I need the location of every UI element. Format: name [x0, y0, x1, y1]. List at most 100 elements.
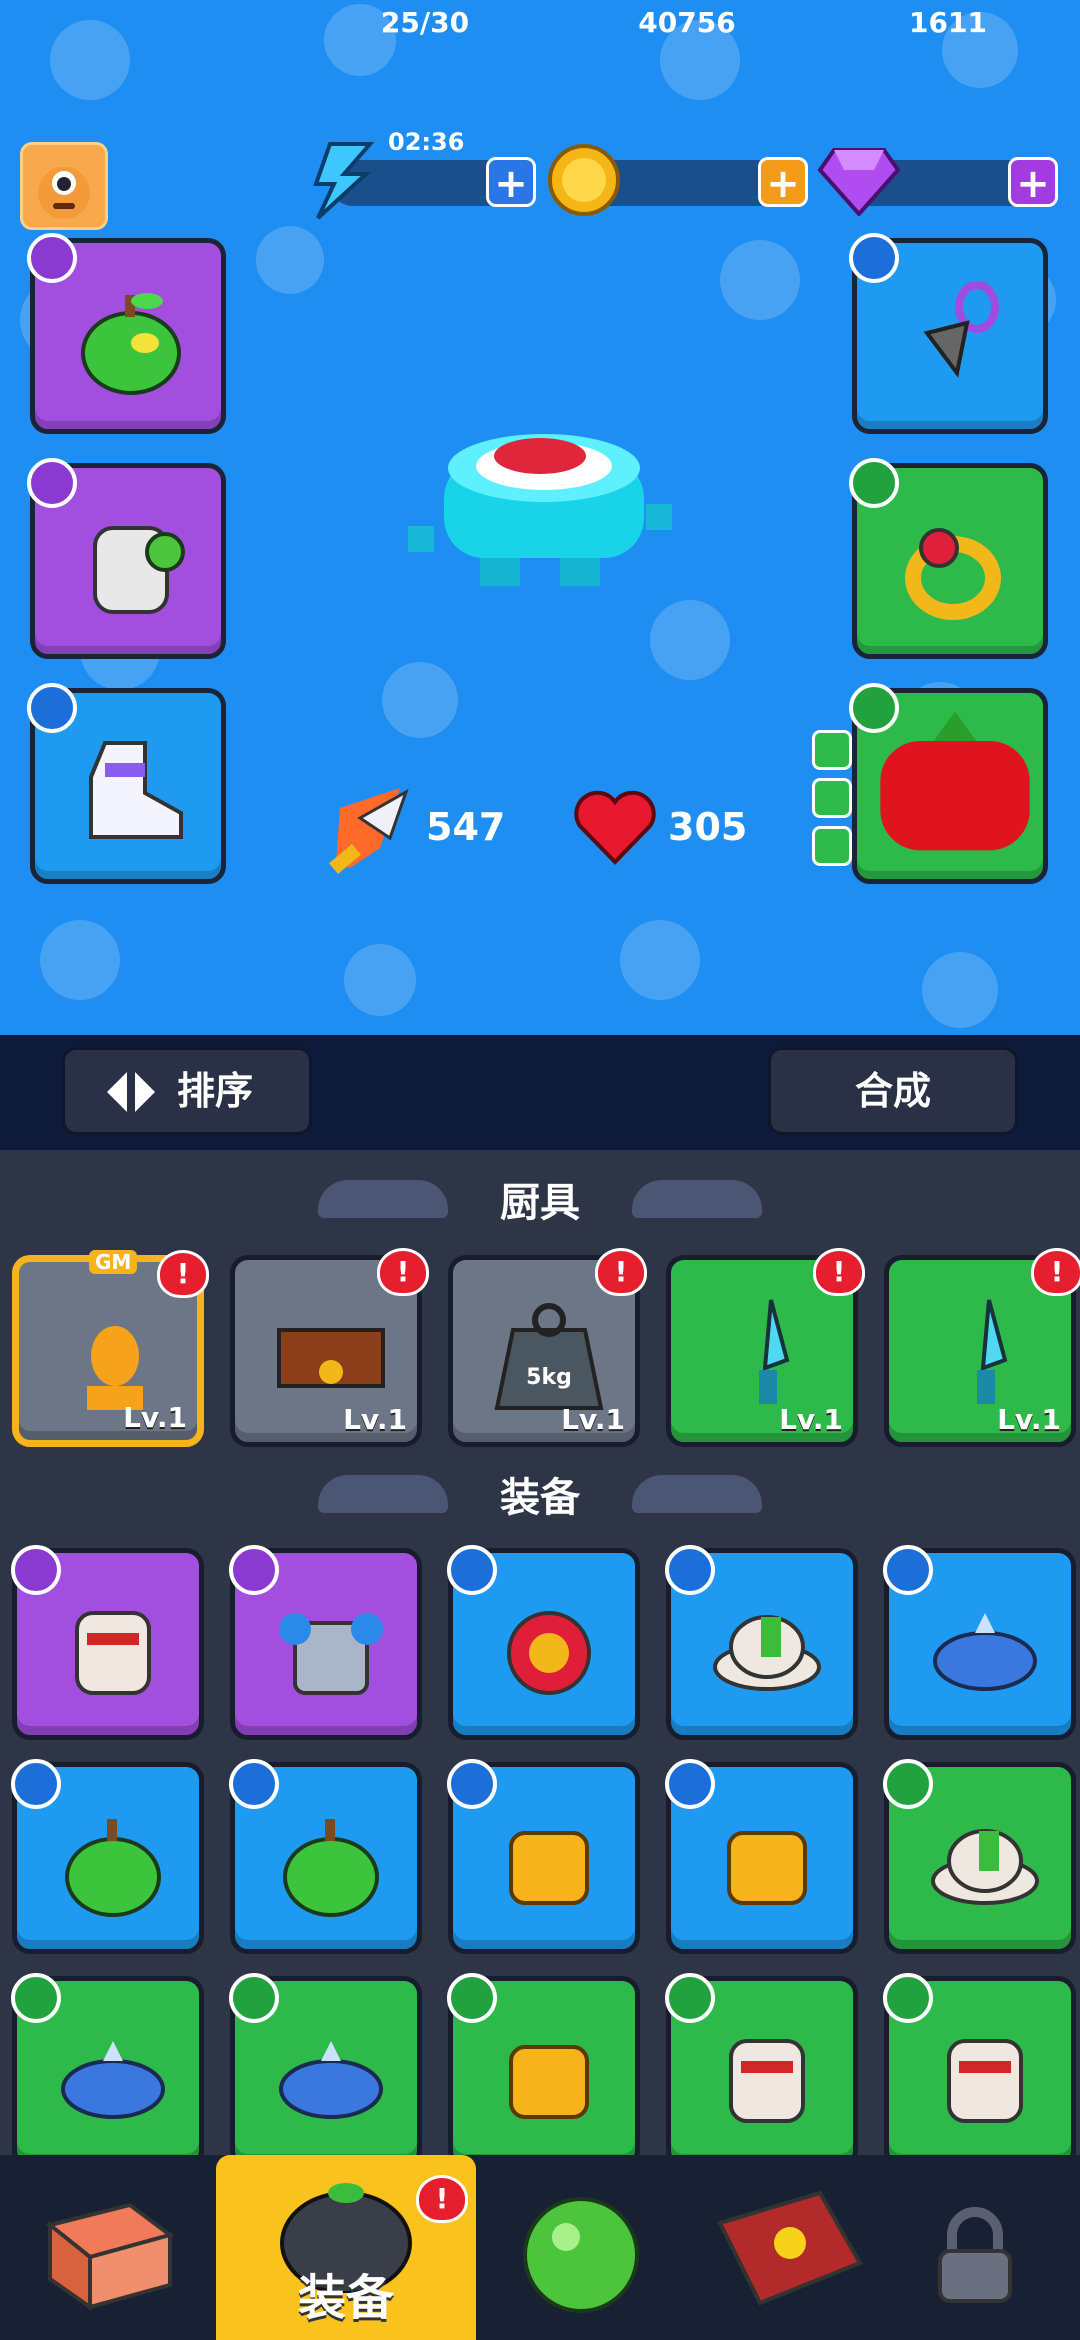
alert-badge: !	[595, 1248, 647, 1296]
book-icon	[717, 2190, 863, 2306]
equip-slot-armor[interactable]	[27, 458, 226, 659]
pet-side-tab-3[interactable]	[812, 826, 852, 866]
pendant-icon	[923, 281, 999, 378]
chef-armor-icon	[947, 2039, 1023, 2123]
equipment-card[interactable]	[665, 1759, 858, 1954]
equipment-card[interactable]	[883, 1973, 1076, 2155]
health-heart-icon	[574, 790, 656, 865]
level-label: Lv.1	[343, 1403, 407, 1436]
nav-tab-skills[interactable]	[486, 2155, 702, 2340]
tomato-pet-icon	[880, 711, 1030, 851]
kitchenware-card-2[interactable]: Lv.1 !	[230, 1248, 429, 1447]
gold-armor-icon	[509, 1831, 589, 1905]
level-label: Lv.1	[123, 1401, 187, 1434]
gold-armor-icon	[509, 2045, 589, 2119]
merge-label: 合成	[854, 1069, 931, 1113]
coin-icon	[548, 144, 620, 216]
equip-slot-pet[interactable]	[849, 683, 1048, 884]
coin-count: 40756	[638, 6, 736, 39]
kitchenware-card-5[interactable]: Lv.1 !	[884, 1248, 1080, 1447]
green-cap-icon	[931, 1829, 1039, 1905]
pet-side-tab-2[interactable]	[812, 778, 852, 818]
merge-button[interactable]: 合成	[768, 1047, 1018, 1135]
barrel-armor-icon	[279, 1613, 383, 1695]
hero-area: 02:36 25/30 + 40756 + 1611 + 547 305	[0, 0, 1080, 1035]
sort-label: 排序	[177, 1069, 254, 1113]
equip-slot-boots[interactable]	[27, 683, 226, 884]
add-energy-button[interactable]: +	[486, 157, 536, 207]
crown-helmet-icon	[507, 1611, 591, 1695]
equipment-card[interactable]	[883, 1545, 1076, 1740]
equipment-card[interactable]	[11, 1759, 204, 1954]
nav-tab-locked[interactable]	[870, 2155, 1080, 2340]
sort-icon	[107, 1072, 155, 1112]
gem-count: 1611	[909, 6, 987, 39]
alert-badge: !	[813, 1248, 865, 1296]
inventory-toolbar: 排序 合成	[0, 1035, 1080, 1150]
level-label: Lv.1	[997, 1403, 1061, 1436]
nav-label-equipment: 装备	[297, 2270, 394, 2326]
alert-badge: !	[416, 2175, 468, 2223]
equipment-card[interactable]	[11, 1545, 204, 1740]
alert-badge: !	[1031, 1248, 1080, 1296]
add-gems-button[interactable]: +	[1008, 157, 1058, 207]
equipment-card[interactable]	[665, 1545, 858, 1740]
green-cap-icon	[713, 1615, 821, 1691]
ruby-ring-icon	[905, 528, 1001, 620]
spiked-helmet-icon	[279, 2041, 383, 2119]
bottom-nav: ! 装备	[0, 2155, 1080, 2340]
equipment-card[interactable]	[447, 1545, 640, 1740]
equipment-card[interactable]	[447, 1759, 640, 1954]
alert-badge: !	[157, 1250, 209, 1298]
attack-sword-icon	[329, 788, 409, 875]
alert-badge: !	[377, 1248, 429, 1296]
boots-icon	[89, 741, 183, 839]
equip-slot-helmet[interactable]	[27, 233, 226, 434]
equipment-card[interactable]	[229, 1759, 422, 1954]
equipment-card[interactable]	[11, 1973, 204, 2155]
green-orb-icon	[523, 2197, 639, 2313]
equip-slot-ring[interactable]	[849, 458, 1048, 659]
kitchenware-card-1[interactable]: GM Lv.1 !	[12, 1250, 209, 1447]
apple-helmet-icon	[65, 1819, 161, 1917]
chef-armor-icon	[75, 1611, 151, 1695]
equipment-card[interactable]	[447, 1973, 640, 2155]
grey-armor-icon	[93, 526, 185, 614]
kitchenware-card-4[interactable]: Lv.1 !	[666, 1248, 865, 1447]
energy-count: 25/30	[380, 6, 470, 39]
shop-box-icon	[45, 2202, 175, 2311]
level-label: Lv.1	[779, 1403, 843, 1436]
equip-slot-necklace[interactable]	[849, 233, 1048, 434]
equipment-card[interactable]	[665, 1973, 858, 2155]
green-apple-helmet-icon	[81, 293, 181, 395]
energy-bolt-icon	[313, 142, 375, 220]
pet-side-tab-1[interactable]	[812, 730, 852, 770]
player-avatar[interactable]	[20, 142, 108, 230]
attack-value: 547	[426, 805, 506, 849]
level-label: Lv.1	[561, 1403, 625, 1436]
apple-helmet-icon	[283, 1819, 379, 1917]
sort-button[interactable]: 排序	[62, 1047, 312, 1135]
nav-tab-equipment[interactable]: ! 装备	[216, 2155, 476, 2340]
gem-icon	[818, 148, 900, 216]
hero-character[interactable]	[400, 418, 690, 598]
add-coins-button[interactable]: +	[758, 157, 808, 207]
health-value: 305	[668, 805, 748, 849]
spiked-helmet-icon	[61, 2041, 165, 2119]
kitchenware-title: 厨具	[500, 1180, 580, 1226]
equipment-card[interactable]	[229, 1545, 422, 1740]
monster-avatar-icon	[38, 167, 90, 219]
equipment-card[interactable]	[229, 1973, 422, 2155]
kitchenware-card-3[interactable]: 5kg Lv.1 !	[448, 1248, 647, 1447]
weight-label: 5kg	[526, 1365, 572, 1390]
inventory-panel: 厨具 GM Lv.1 ! Lv.1 ! 5kg Lv.1 ! Lv.1 ! Lv…	[0, 1150, 1080, 2155]
gm-tag: GM	[89, 1250, 138, 1274]
equipment-card[interactable]	[883, 1759, 1076, 1954]
gold-armor-icon	[727, 1831, 807, 1905]
nav-tab-shop[interactable]	[0, 2155, 216, 2340]
spiked-helmet-icon	[933, 1613, 1037, 1691]
lock-icon	[938, 2207, 1012, 2303]
equipment-title: 装备	[500, 1475, 580, 1521]
energy-timer: 02:36	[388, 128, 465, 156]
chef-armor-icon	[729, 2039, 805, 2123]
